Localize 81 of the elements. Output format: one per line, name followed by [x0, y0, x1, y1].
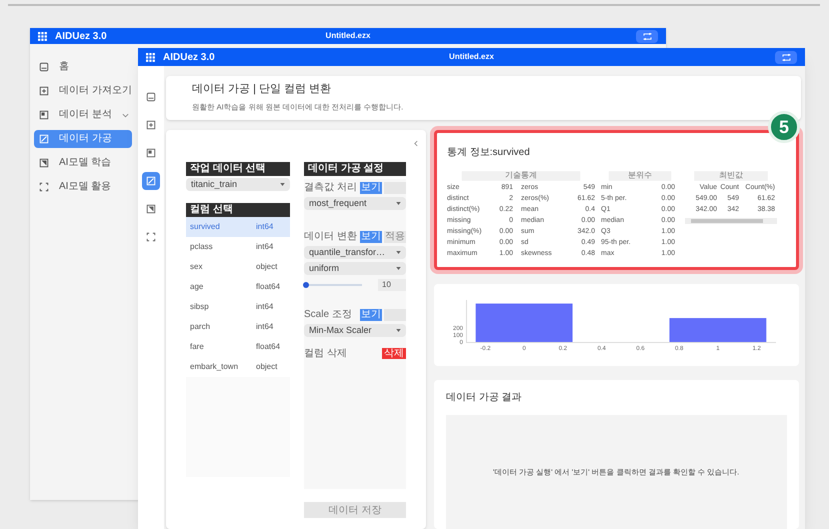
result-title: 데이터 가공 결과	[446, 391, 523, 405]
column-type: int64	[256, 221, 274, 233]
rail-icon	[146, 148, 156, 158]
column-row[interactable]: embark_town object	[186, 357, 290, 377]
swap-icon	[642, 32, 652, 40]
page-title: 데이터 가공 | 단일 컬럼 변환	[192, 82, 332, 97]
app-title: AIDUez 3.0	[55, 30, 107, 44]
setting-label: 컬럼 삭제	[304, 346, 347, 360]
sidebar-icon	[39, 182, 49, 192]
caret-icon	[396, 251, 401, 254]
rail-icon	[146, 92, 156, 102]
step-badge: 5	[768, 111, 800, 143]
setting-label: 데이터 변환	[304, 230, 358, 243]
sidebar-icon	[39, 158, 49, 168]
sidebar-item[interactable]: AI모델 학습	[34, 154, 132, 172]
app-title: AIDUez 3.0	[163, 50, 215, 64]
dataset-dropdown[interactable]: titanic_train	[186, 178, 290, 191]
setting-label: Scale 조정	[304, 308, 353, 321]
column-type: int64	[256, 321, 274, 333]
rail-icon	[146, 232, 156, 242]
file-name: Untitled.ezx	[449, 51, 494, 63]
file-name: Untitled.ezx	[326, 30, 370, 42]
column-row[interactable]: sibsp int64	[186, 297, 290, 317]
caret-icon	[280, 183, 285, 186]
caret-icon	[396, 202, 401, 205]
sidebar-item[interactable]: 홈	[34, 58, 132, 76]
column-type: float64	[256, 281, 280, 293]
column-type: int64	[256, 301, 274, 313]
section-title: 최빈값	[694, 171, 768, 181]
column-name: embark_town	[190, 361, 240, 373]
column-row[interactable]: parch int64	[186, 317, 290, 337]
sidebar-icon	[39, 86, 49, 96]
column-name: fare	[190, 341, 205, 353]
column-name: survived	[190, 221, 221, 233]
column-row[interactable]: pclass int64	[186, 237, 290, 257]
column-name: sibsp	[190, 301, 210, 313]
sidebar-icon	[39, 110, 49, 120]
slider-thumb[interactable]	[303, 282, 310, 288]
column-row[interactable]: survived int64	[186, 217, 290, 237]
collapse-icon[interactable]	[414, 140, 418, 147]
column-type: int64	[256, 241, 274, 253]
section-title: 기술통계	[462, 171, 580, 181]
rail-icon	[146, 204, 156, 214]
swap-icon	[782, 54, 790, 60]
rail-button[interactable]	[142, 172, 160, 190]
delete-button[interactable]: 삭제	[382, 348, 406, 358]
column-name: age	[190, 281, 204, 293]
caret-icon	[396, 267, 401, 270]
column-name: sex	[190, 261, 204, 273]
column-row[interactable]: age float64	[186, 277, 290, 297]
scaler-dropdown[interactable]: Min-Max Scaler	[304, 324, 406, 337]
sidebar-item[interactable]: AI모델 활용	[34, 178, 132, 196]
section-header: 데이터 가공 설정	[304, 162, 406, 176]
sidebar-item[interactable]: 데이터 분석	[34, 106, 132, 124]
stats-title: 통계 정보:survived	[447, 146, 531, 160]
sidebar-icon	[39, 62, 49, 72]
column-row[interactable]: sex object	[186, 257, 290, 277]
scrollbar[interactable]	[685, 218, 777, 224]
rail-icon	[146, 176, 156, 186]
rail-icon	[146, 120, 156, 130]
menu-icon[interactable]	[38, 32, 47, 40]
caret-icon	[396, 329, 401, 332]
column-row[interactable]: fare float64	[186, 337, 290, 357]
section-header: 컬럼 선택	[186, 203, 290, 217]
y-axis	[466, 300, 467, 342]
method-dropdown[interactable]: most_frequent	[304, 197, 406, 210]
column-type: float64	[256, 341, 280, 353]
number-field[interactable]: 10	[378, 279, 406, 291]
section-header: 작업 데이터 선택	[186, 162, 290, 176]
setting-label: 결측값 처리	[304, 181, 358, 194]
section-title: 분위수	[608, 171, 672, 181]
column-name: parch	[190, 321, 212, 333]
swap-button[interactable]	[775, 50, 797, 64]
column-type: object	[256, 261, 278, 273]
swap-button[interactable]	[636, 30, 658, 42]
sidebar-icon	[39, 134, 49, 144]
method-dropdown[interactable]: quantile_transfor…	[304, 246, 406, 259]
column-name: pclass	[190, 241, 214, 253]
distribution-dropdown[interactable]: uniform	[304, 262, 406, 275]
column-type: object	[256, 361, 278, 373]
menu-icon[interactable]	[146, 52, 155, 62]
